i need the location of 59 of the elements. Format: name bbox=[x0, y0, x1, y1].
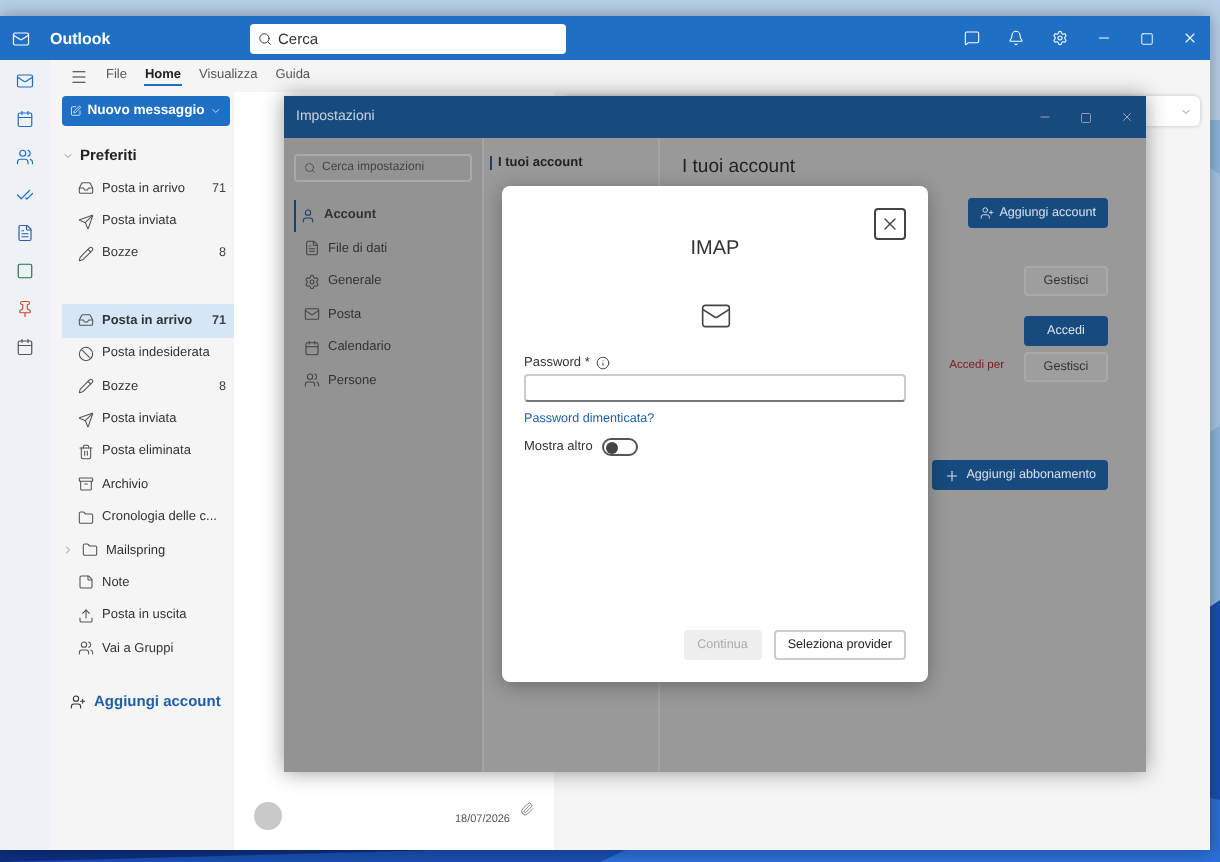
menu-icon bbox=[70, 67, 88, 85]
password-field[interactable] bbox=[524, 374, 906, 402]
inbox-icon bbox=[78, 180, 94, 197]
group-icon bbox=[78, 640, 94, 657]
folder-icon bbox=[78, 509, 94, 526]
calendar-icon bbox=[304, 339, 320, 356]
envelope-icon bbox=[699, 300, 731, 332]
mail-icon bbox=[16, 72, 34, 90]
page-heading: I tuoi account bbox=[682, 156, 796, 178]
plus-icon bbox=[944, 467, 961, 483]
gear-icon bbox=[304, 273, 320, 290]
people-icon bbox=[16, 148, 34, 166]
bell-icon bbox=[1008, 30, 1024, 46]
calendar-icon bbox=[16, 110, 34, 128]
search-icon bbox=[304, 162, 316, 174]
minimize-icon bbox=[1038, 110, 1052, 124]
pin-icon bbox=[16, 300, 34, 318]
info-icon bbox=[595, 356, 610, 370]
grid-icon bbox=[16, 338, 34, 356]
search-icon bbox=[258, 31, 272, 45]
toggle-switch[interactable] bbox=[602, 438, 639, 456]
add-person-icon bbox=[70, 693, 86, 710]
settings-icon bbox=[1052, 30, 1068, 46]
pencil-icon bbox=[78, 378, 94, 395]
dialog-title: IMAP bbox=[690, 238, 740, 260]
close-button[interactable] bbox=[874, 208, 906, 240]
block-icon bbox=[78, 345, 94, 362]
document-icon bbox=[16, 224, 34, 242]
chat-icon bbox=[964, 30, 980, 46]
spreadsheet-icon bbox=[16, 262, 34, 280]
chevron-icon bbox=[62, 544, 74, 557]
compose-icon bbox=[70, 104, 82, 118]
chevron-icon bbox=[62, 149, 74, 161]
close-icon bbox=[880, 214, 900, 234]
send-icon bbox=[78, 411, 94, 428]
avatar bbox=[254, 802, 282, 830]
trash-icon bbox=[78, 443, 94, 460]
paperclip-icon bbox=[520, 802, 534, 816]
pencil-icon bbox=[78, 245, 94, 262]
chevron-icon bbox=[1180, 105, 1192, 117]
maximize-icon bbox=[1140, 31, 1154, 45]
mail-icon bbox=[304, 306, 320, 323]
check-icon bbox=[16, 186, 34, 204]
outlook-logo-icon bbox=[12, 29, 30, 47]
archive-icon bbox=[78, 476, 94, 493]
folder-icon bbox=[82, 542, 98, 559]
people-icon bbox=[304, 372, 320, 389]
add-person-icon bbox=[979, 206, 994, 220]
close-icon bbox=[1120, 110, 1134, 124]
close-icon bbox=[1182, 30, 1198, 46]
send-icon bbox=[78, 213, 94, 230]
file-icon bbox=[304, 240, 320, 257]
inbox-icon bbox=[78, 312, 94, 329]
person-icon bbox=[300, 207, 316, 224]
outbox-icon bbox=[78, 607, 94, 624]
chevron-icon bbox=[210, 104, 222, 118]
maximize-icon bbox=[1080, 111, 1092, 123]
app-title: Outlook bbox=[50, 29, 113, 47]
note-icon bbox=[78, 574, 94, 591]
